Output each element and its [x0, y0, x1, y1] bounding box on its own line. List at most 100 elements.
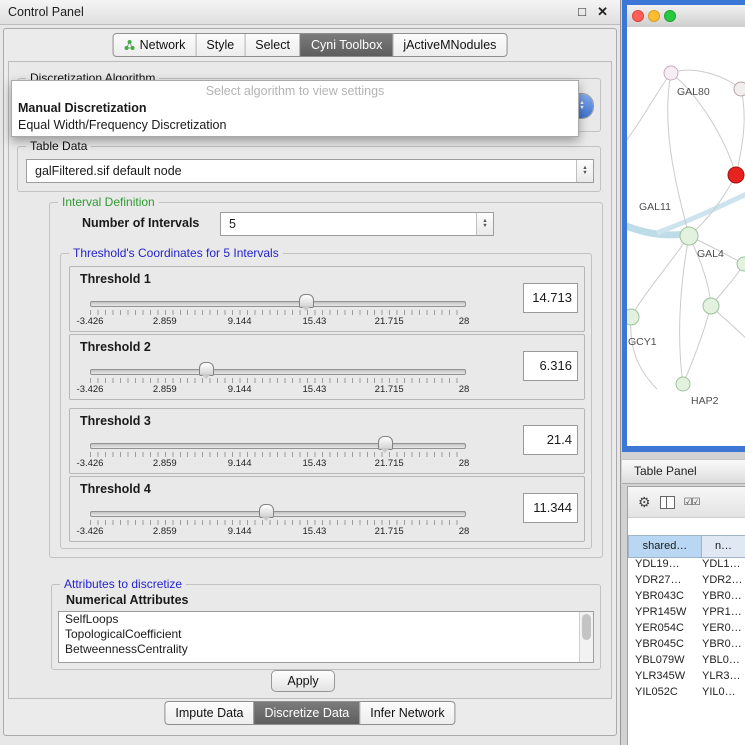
- apply-button[interactable]: Apply: [271, 670, 335, 692]
- slider-scale-label: -3.426: [77, 316, 104, 327]
- table-cell[interactable]: YBR045C: [628, 636, 700, 652]
- slider-track[interactable]: [90, 511, 466, 517]
- slider-track[interactable]: [90, 443, 466, 449]
- tab-discretize-data[interactable]: Discretize Data: [254, 702, 360, 724]
- network-node[interactable]: [627, 309, 639, 325]
- dropdown-option-equal-width[interactable]: Equal Width/Frequency Discretization: [12, 117, 578, 134]
- threshold-panel-1: Threshold 1 -3.4262.8599.14415.4321.7152…: [69, 266, 585, 332]
- table-cell[interactable]: YPR145W: [628, 604, 700, 620]
- network-node[interactable]: [703, 298, 719, 314]
- dropdown-placeholder-item[interactable]: Select algorithm to view settings: [12, 83, 578, 100]
- table-cell[interactable]: YLR345W: [628, 668, 700, 684]
- table-cell[interactable]: YIL0…: [700, 684, 745, 700]
- threshold-slider[interactable]: -3.4262.8599.14415.4321.71528: [90, 503, 464, 537]
- table-row[interactable]: YBL079WYBL0…: [628, 652, 745, 668]
- slider-track[interactable]: [90, 369, 466, 375]
- table-cell[interactable]: YLR3…: [700, 668, 745, 684]
- slider-scale-label: 9.144: [228, 458, 252, 469]
- network-node[interactable]: [728, 167, 744, 183]
- threshold-panel-2: Threshold 2 -3.4262.8599.14415.4321.7152…: [69, 334, 585, 400]
- slider-thumb[interactable]: [199, 362, 214, 376]
- control-panel-window: Control Panel □ ✕ Network: [0, 0, 621, 745]
- table-cell[interactable]: YDL19…: [628, 556, 700, 572]
- threshold-value-field[interactable]: 11.344: [523, 493, 578, 523]
- table-cell[interactable]: YBR0…: [700, 636, 745, 652]
- table-cell[interactable]: YDR27…: [628, 572, 700, 588]
- control-panel-titlebar: Control Panel □ ✕: [0, 0, 620, 25]
- table-cell[interactable]: YBL0…: [700, 652, 745, 668]
- threshold-panel-3: Threshold 3 -3.4262.8599.14415.4321.7152…: [69, 408, 585, 474]
- table-row[interactable]: YER054CYER0…: [628, 620, 745, 636]
- float-window-icon[interactable]: □: [578, 0, 586, 24]
- network-edge: [736, 89, 744, 175]
- interval-definition-group: Interval Definition Number of Intervals …: [49, 202, 603, 558]
- threshold-value-field[interactable]: 14.713: [523, 283, 578, 313]
- numerical-attributes-list[interactable]: SelfLoopsTopologicalCoefficientBetweenne…: [58, 611, 594, 663]
- table-row[interactable]: YPR145WYPR1…: [628, 604, 745, 620]
- table-cell[interactable]: YBL079W: [628, 652, 700, 668]
- table-cell[interactable]: YDL1…: [700, 556, 745, 572]
- table-cell[interactable]: YIL052C: [628, 684, 700, 700]
- tab-impute-data[interactable]: Impute Data: [165, 702, 253, 724]
- close-icon[interactable]: ✕: [597, 0, 608, 24]
- network-canvas[interactable]: GAL80GAL11GAL4GCY1HAP2: [627, 27, 745, 446]
- tab-style[interactable]: Style: [195, 34, 244, 56]
- network-node[interactable]: [676, 377, 690, 391]
- table-cell[interactable]: YER054C: [628, 620, 700, 636]
- list-scrollbar[interactable]: [579, 612, 593, 662]
- group-title: Attributes to discretize: [60, 577, 186, 592]
- tab-jactivemnodules[interactable]: jActiveMNodules: [392, 34, 506, 56]
- columns-icon[interactable]: [660, 496, 675, 509]
- slider-thumb[interactable]: [378, 436, 393, 450]
- network-node[interactable]: [737, 257, 745, 271]
- attribute-list-item[interactable]: TopologicalCoefficient: [59, 627, 593, 642]
- combobox-stepper-icon[interactable]: ▲ ▼: [476, 213, 493, 235]
- combobox-stepper-icon[interactable]: ▲ ▼: [576, 160, 593, 182]
- threshold-value-field[interactable]: 21.4: [523, 425, 578, 455]
- attribute-list-item[interactable]: SelfLoops: [59, 612, 593, 627]
- tab-cyni-toolbox[interactable]: Cyni Toolbox: [300, 34, 392, 56]
- tab-infer-network[interactable]: Infer Network: [359, 702, 454, 724]
- scrollbar-thumb[interactable]: [582, 614, 591, 640]
- table-cell[interactable]: YBR043C: [628, 588, 700, 604]
- tab-network[interactable]: Network: [114, 34, 196, 56]
- threshold-slider[interactable]: -3.4262.8599.14415.4321.71528: [90, 435, 464, 469]
- group-title: Table Data: [26, 139, 91, 154]
- tab-select[interactable]: Select: [244, 34, 300, 56]
- down-arrow-icon: ▼: [482, 224, 487, 229]
- table-row[interactable]: YBR045CYBR0…: [628, 636, 745, 652]
- network-node[interactable]: [734, 82, 745, 96]
- network-node[interactable]: [680, 227, 698, 245]
- threshold-slider[interactable]: -3.4262.8599.14415.4321.71528: [90, 361, 464, 395]
- slider-track[interactable]: [90, 301, 466, 307]
- threshold-coordinates-group: Threshold's Coordinates for 5 Intervals …: [60, 253, 592, 549]
- table-row[interactable]: YBR043CYBR0…: [628, 588, 745, 604]
- table-cell[interactable]: YBR0…: [700, 588, 745, 604]
- table-cell[interactable]: YDR2…: [700, 572, 745, 588]
- traffic-light-zoom-icon[interactable]: [664, 10, 676, 22]
- threshold-value-field[interactable]: 6.316: [523, 351, 578, 381]
- network-edge: [627, 73, 671, 147]
- network-node[interactable]: [664, 66, 678, 80]
- gear-icon[interactable]: ⚙: [638, 495, 651, 509]
- traffic-light-close-icon[interactable]: [632, 10, 644, 22]
- dropdown-option-manual-discretization[interactable]: Manual Discretization: [12, 100, 578, 117]
- slider-scale-label: 15.43: [303, 458, 327, 469]
- attribute-list-item[interactable]: BetweennessCentrality: [59, 642, 593, 657]
- table-cell[interactable]: YER0…: [700, 620, 745, 636]
- column-header-name[interactable]: n…: [702, 535, 745, 558]
- slider-thumb[interactable]: [259, 504, 274, 518]
- table-row[interactable]: YDL19…YDL1…: [628, 556, 745, 572]
- table-data-combobox[interactable]: galFiltered.sif default node ▲ ▼: [26, 159, 594, 183]
- table-row[interactable]: YLR345WYLR3…: [628, 668, 745, 684]
- select-all-checkboxes-icon[interactable]: ☑☑: [684, 497, 700, 508]
- slider-thumb[interactable]: [299, 294, 314, 308]
- number-of-intervals-combobox[interactable]: 5 ▲ ▼: [220, 212, 494, 236]
- traffic-light-minimize-icon[interactable]: [648, 10, 660, 22]
- column-header-shared-name[interactable]: shared…: [628, 535, 702, 558]
- table-row[interactable]: YIL052CYIL0…: [628, 684, 745, 700]
- table-cell[interactable]: YPR1…: [700, 604, 745, 620]
- slider-scale-label: 21.715: [375, 316, 404, 327]
- threshold-slider[interactable]: -3.4262.8599.14415.4321.71528: [90, 293, 464, 327]
- table-row[interactable]: YDR27…YDR2…: [628, 572, 745, 588]
